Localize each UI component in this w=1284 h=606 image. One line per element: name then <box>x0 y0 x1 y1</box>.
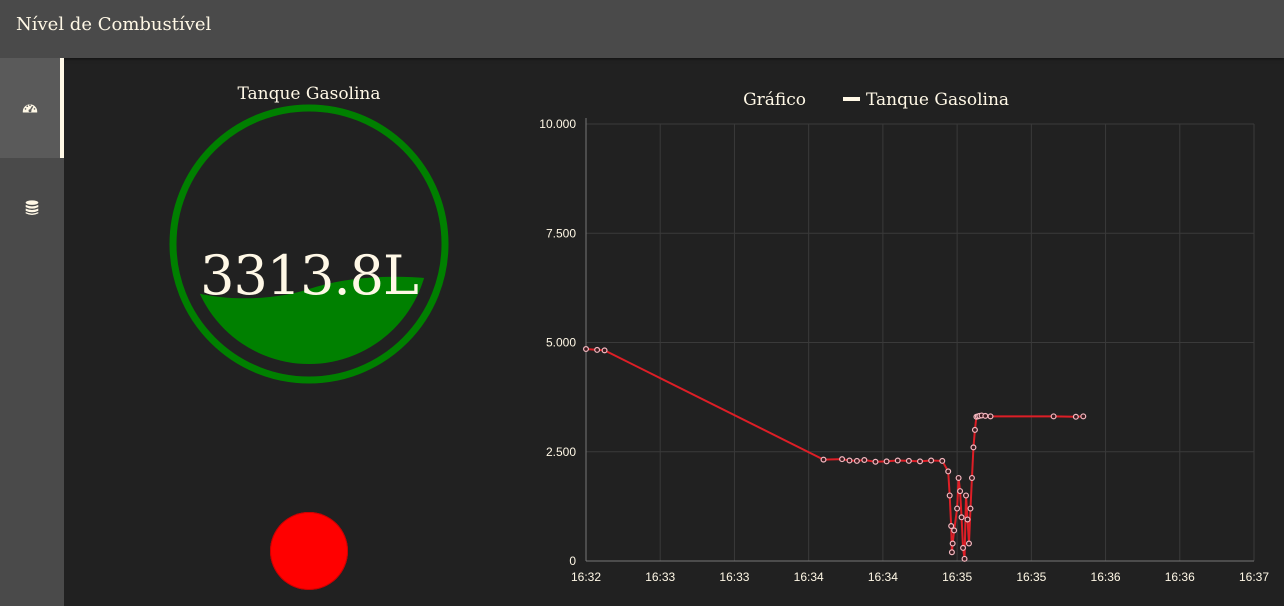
x-tick-label: 16:33 <box>719 570 749 584</box>
gauge-title: Tanque Gasolina <box>237 84 381 104</box>
data-point[interactable] <box>820 456 827 463</box>
x-tick-label: 16:35 <box>1016 570 1046 584</box>
sidebar-item-database[interactable] <box>0 158 64 258</box>
legend-swatch <box>843 97 860 101</box>
y-tick-label: 2.500 <box>546 445 576 459</box>
x-tick-label: 16:35 <box>942 570 972 584</box>
data-point[interactable] <box>982 412 989 419</box>
data-point[interactable] <box>594 346 601 353</box>
legend-label: Tanque Gasolina <box>866 90 1009 110</box>
top-bar: Nível de Combustível <box>0 0 1284 58</box>
data-point[interactable] <box>960 544 967 551</box>
data-point[interactable] <box>961 555 968 562</box>
data-point[interactable] <box>582 346 589 353</box>
x-tick-label: 16:33 <box>645 570 675 584</box>
y-tick-label: 7.500 <box>546 226 576 240</box>
x-tick-label: 16:34 <box>868 570 898 584</box>
y-tick-label: 0 <box>569 554 576 568</box>
data-point[interactable] <box>1072 413 1079 420</box>
data-point[interactable] <box>964 516 971 523</box>
data-point[interactable] <box>968 474 975 481</box>
fuel-chart: Gráfico Tanque Gasolina 10.000 7.500 5.000… <box>539 90 1269 584</box>
data-point[interactable] <box>928 457 935 464</box>
database-icon <box>25 200 39 215</box>
sidebar-item-dashboard[interactable] <box>0 58 64 158</box>
data-point[interactable] <box>970 444 977 451</box>
data-point[interactable] <box>987 413 994 420</box>
data-point[interactable] <box>949 540 956 547</box>
data-point[interactable] <box>853 457 860 464</box>
data-point[interactable] <box>861 457 868 464</box>
data-point[interactable] <box>958 514 965 521</box>
data-point[interactable] <box>839 456 846 463</box>
x-tick-label: 16:36 <box>1091 570 1121 584</box>
data-point[interactable] <box>917 458 924 465</box>
data-point[interactable] <box>965 540 972 547</box>
data-point[interactable] <box>846 457 853 464</box>
data-point[interactable] <box>951 527 958 534</box>
data-point[interactable] <box>946 492 953 499</box>
data-point[interactable] <box>1080 413 1087 420</box>
gauge-value: 3313.8L <box>200 244 419 307</box>
page-title: Nível de Combustível <box>16 14 212 35</box>
data-point[interactable] <box>1050 413 1057 420</box>
x-tick-label: 16:34 <box>794 570 824 584</box>
sidebar <box>0 58 64 606</box>
chart-title: Gráfico <box>743 90 806 110</box>
y-tick-label: 5.000 <box>546 336 576 350</box>
data-point[interactable] <box>939 457 946 464</box>
x-tick-label: 16:37 <box>1239 570 1269 584</box>
data-point[interactable] <box>945 468 952 475</box>
data-point[interactable] <box>948 549 955 556</box>
dashboard-gauge-icon <box>22 104 38 113</box>
data-point[interactable] <box>601 347 608 354</box>
status-led <box>270 512 348 590</box>
data-point[interactable] <box>963 492 970 499</box>
x-tick-label: 16:36 <box>1165 570 1195 584</box>
y-tick-label: 10.000 <box>539 117 576 131</box>
data-point[interactable] <box>872 458 879 465</box>
data-point[interactable] <box>883 458 890 465</box>
data-point[interactable] <box>957 488 964 495</box>
data-point[interactable] <box>905 457 912 464</box>
data-point[interactable] <box>967 505 974 512</box>
data-point[interactable] <box>955 474 962 481</box>
data-point[interactable] <box>954 505 961 512</box>
data-point[interactable] <box>894 457 901 464</box>
x-tick-label: 16:32 <box>571 570 601 584</box>
data-point[interactable] <box>971 426 978 433</box>
